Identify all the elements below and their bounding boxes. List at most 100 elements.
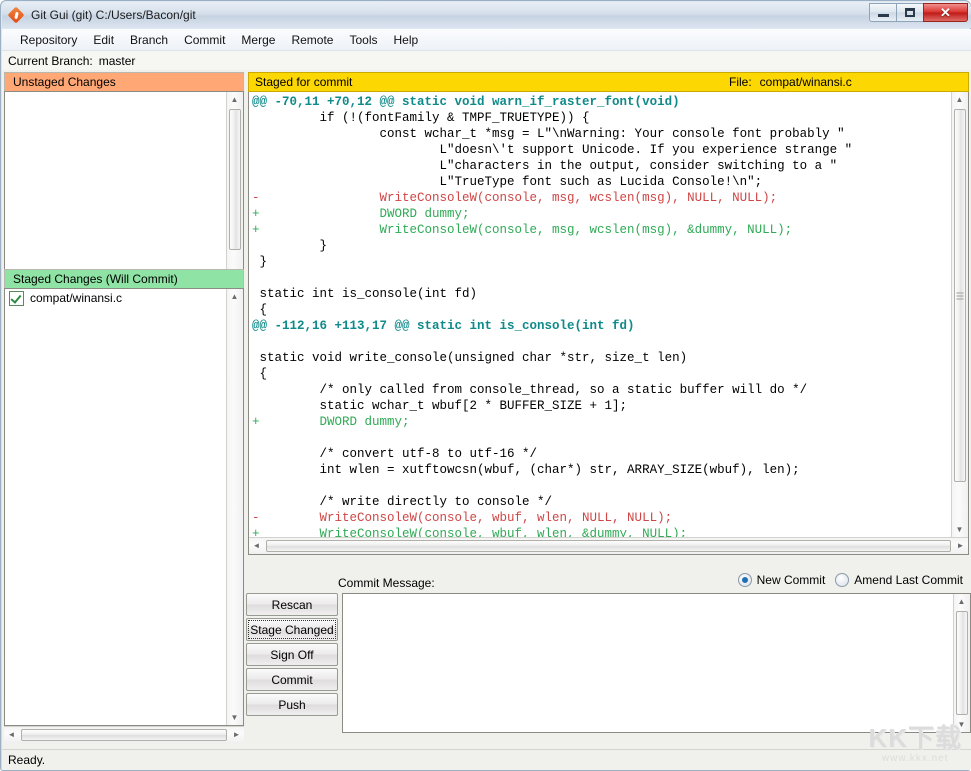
radio-amend-label: Amend Last Commit: [854, 573, 963, 587]
maximize-button[interactable]: [896, 3, 924, 22]
stage-changed-button[interactable]: Stage Changed: [246, 618, 338, 641]
close-button[interactable]: ✕: [923, 3, 968, 22]
diff-line: [252, 430, 952, 446]
current-branch-label: Current Branch:: [8, 54, 93, 68]
diff-panel: Staged for commit File: compat/winansi.c…: [246, 70, 971, 749]
diff-line: static void write_console(unsigned char …: [252, 350, 952, 366]
unstaged-scroll-up-arrow[interactable]: ▲: [227, 92, 242, 107]
title-bar: Git Gui (git) C:/Users/Bacon/git ✕: [2, 2, 971, 28]
radio-new-commit-label: New Commit: [757, 573, 826, 587]
menu-item-edit[interactable]: Edit: [85, 31, 122, 49]
diff-line: [252, 270, 952, 286]
diff-scroll-thumb[interactable]: [954, 109, 966, 482]
diff-file-name: compat/winansi.c: [760, 75, 852, 89]
diff-line: - WriteConsoleW(console, wbuf, wlen, NUL…: [252, 510, 952, 526]
diff-scroll-up-arrow[interactable]: ▲: [952, 92, 967, 107]
scroll-grip-icon: [957, 292, 964, 299]
staged-scroll-left-arrow[interactable]: ◄: [4, 727, 19, 742]
diff-file-label: File:: [729, 75, 752, 89]
commit-message-vscrollbar[interactable]: ▲ ▼: [953, 594, 970, 732]
diff-line: + WriteConsoleW(console, msg, wcslen(msg…: [252, 222, 952, 238]
commit-message-scroll-up-arrow[interactable]: ▲: [954, 594, 969, 609]
diff-header-bar: Staged for commit File: compat/winansi.c: [248, 72, 969, 92]
staged-hscroll-thumb[interactable]: [21, 729, 227, 741]
staged-list-hscrollbar[interactable]: ◄ ►: [4, 726, 244, 743]
diff-viewer[interactable]: @@ -70,11 +70,12 @@ static void warn_if_…: [248, 92, 969, 555]
staged-changes-list[interactable]: compat/winansi.c ▲ ▼: [4, 288, 244, 726]
diff-line: static wchar_t wbuf[2 * BUFFER_SIZE + 1]…: [252, 398, 952, 414]
diff-line: @@ -112,16 +113,17 @@ static int is_cons…: [252, 318, 952, 334]
list-item[interactable]: compat/winansi.c: [5, 289, 243, 307]
menu-item-merge[interactable]: Merge: [233, 31, 283, 49]
diff-line: /* write directly to console */: [252, 494, 952, 510]
sign-off-button[interactable]: Sign Off: [246, 643, 338, 666]
diff-hscroll-thumb[interactable]: [266, 540, 951, 552]
staged-scroll-right-arrow[interactable]: ►: [229, 727, 244, 742]
radio-selected-icon: [738, 573, 752, 587]
minimize-icon: [878, 14, 889, 17]
diff-line: - WriteConsoleW(console, msg, wcslen(msg…: [252, 190, 952, 206]
unstaged-scroll-thumb[interactable]: [229, 109, 241, 250]
diff-scroll-left-arrow[interactable]: ◄: [249, 538, 264, 553]
push-button[interactable]: Push: [246, 693, 338, 716]
menu-item-branch[interactable]: Branch: [122, 31, 176, 49]
main-content: Unstaged Changes ▲ ▼ ◄ ► Staged Changes …: [2, 70, 971, 749]
checkmark-icon[interactable]: [9, 291, 24, 306]
staged-scroll-up-arrow[interactable]: ▲: [227, 289, 242, 304]
action-buttons: Rescan Stage Changed Sign Off Commit Pus…: [246, 593, 342, 718]
rescan-button[interactable]: Rescan: [246, 593, 338, 616]
commit-button[interactable]: Commit: [246, 668, 338, 691]
commit-message-scroll-thumb[interactable]: [956, 611, 968, 715]
status-bar: Ready.: [2, 749, 971, 770]
changes-panel: Unstaged Changes ▲ ▼ ◄ ► Staged Changes …: [2, 70, 246, 749]
close-icon: ✕: [940, 6, 951, 19]
menu-item-tools[interactable]: Tools: [341, 31, 385, 49]
diff-line: const wchar_t *msg = L"\nWarning: Your c…: [252, 126, 952, 142]
commit-message-scroll-down-arrow[interactable]: ▼: [954, 717, 969, 732]
radio-amend-last-commit[interactable]: Amend Last Commit: [835, 573, 963, 587]
commit-mode-radio-group: New Commit Amend Last Commit: [738, 573, 963, 587]
menu-item-repository[interactable]: Repository: [12, 31, 85, 49]
commit-message-input[interactable]: ▲ ▼: [342, 593, 971, 733]
diff-line: int wlen = xutftowcsn(wbuf, (char*) str,…: [252, 462, 952, 478]
diff-line: /* only called from console_thread, so a…: [252, 382, 952, 398]
diff-line: /* convert utf-8 to utf-16 */: [252, 446, 952, 462]
menu-item-remote[interactable]: Remote: [283, 31, 341, 49]
window-title: Git Gui (git) C:/Users/Bacon/git: [31, 8, 196, 22]
radio-new-commit[interactable]: New Commit: [738, 573, 826, 587]
diff-text-content: @@ -70,11 +70,12 @@ static void warn_if_…: [249, 92, 952, 542]
diff-line: [252, 334, 952, 350]
diff-line: if (!(fontFamily & TMPF_TRUETYPE)) {: [252, 110, 952, 126]
menu-item-commit[interactable]: Commit: [176, 31, 233, 49]
menu-bar: Repository Edit Branch Commit Merge Remo…: [2, 29, 971, 51]
current-branch-value: master: [99, 54, 136, 68]
staged-file-name: compat/winansi.c: [30, 291, 122, 305]
menu-item-help[interactable]: Help: [385, 31, 426, 49]
radio-unselected-icon: [835, 573, 849, 587]
window-controls: ✕: [870, 3, 968, 22]
diff-line: + DWORD dummy;: [252, 414, 952, 430]
diff-line: static int is_console(int fd): [252, 286, 952, 302]
staged-list-vscrollbar[interactable]: ▲ ▼: [226, 289, 243, 725]
staged-changes-header: Staged Changes (Will Commit): [4, 269, 244, 288]
staged-scroll-down-arrow[interactable]: ▼: [227, 710, 242, 725]
diff-hscrollbar[interactable]: ◄ ►: [249, 537, 968, 554]
commit-message-label: Commit Message:: [338, 576, 435, 590]
minimize-button[interactable]: [869, 3, 897, 22]
diff-line: @@ -70,11 +70,12 @@ static void warn_if_…: [252, 94, 952, 110]
diff-vscrollbar[interactable]: ▲ ▼: [951, 92, 968, 537]
diff-state-label: Staged for commit: [249, 75, 352, 89]
diff-line: }: [252, 254, 952, 270]
maximize-icon: [905, 8, 915, 17]
diff-line: L"TrueType font such as Lucida Console!\…: [252, 174, 952, 190]
diff-scroll-right-arrow[interactable]: ►: [953, 538, 968, 553]
diff-line: L"doesn\'t support Unicode. If you exper…: [252, 142, 952, 158]
commit-options-row: Commit Message: New Commit Amend Last Co…: [246, 573, 971, 593]
diff-line: {: [252, 302, 952, 318]
unstaged-changes-header: Unstaged Changes: [4, 72, 244, 91]
status-text: Ready.: [8, 753, 45, 767]
diff-line: {: [252, 366, 952, 382]
diff-line: + DWORD dummy;: [252, 206, 952, 222]
diff-scroll-down-arrow[interactable]: ▼: [952, 522, 967, 537]
current-branch-bar: Current Branch: master: [2, 51, 971, 70]
